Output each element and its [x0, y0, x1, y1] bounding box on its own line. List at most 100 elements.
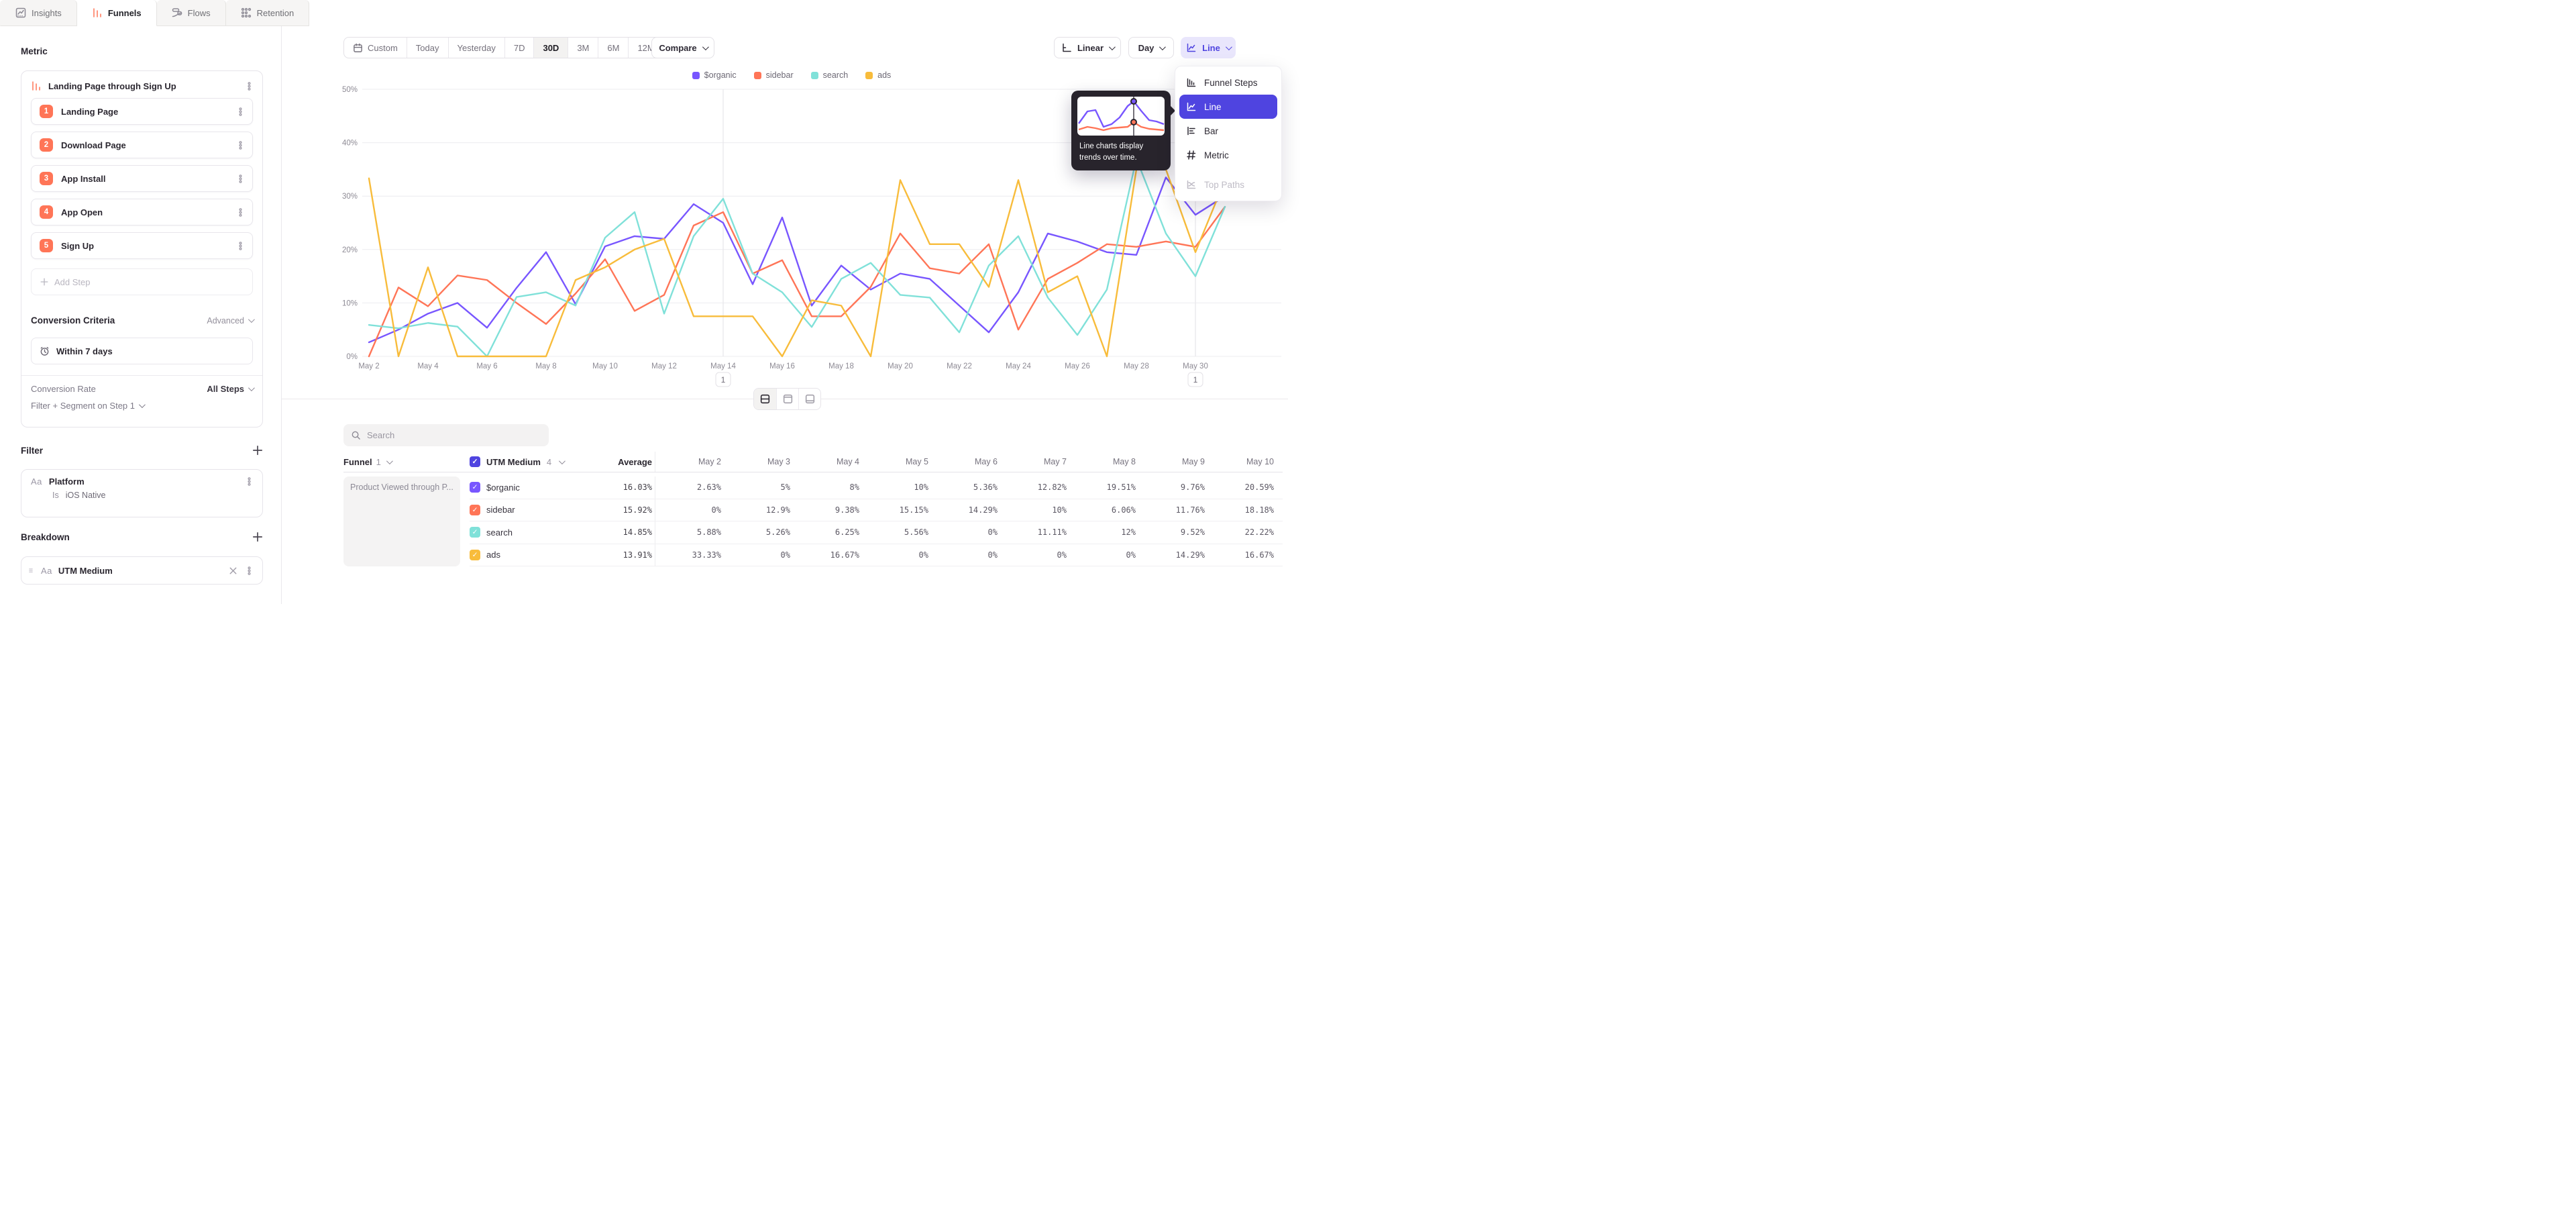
cell-value: 0% [655, 499, 724, 521]
row-checkbox[interactable]: ✓ [470, 505, 480, 515]
tab-flows[interactable]: Flows [157, 0, 226, 26]
kebab-menu-icon[interactable] [235, 207, 246, 217]
date-range-yesterday[interactable]: Yesterday [448, 38, 504, 58]
series-line-organic[interactable] [369, 177, 1225, 342]
breakdown-section-title: Breakdown [21, 532, 70, 542]
menu-item-line[interactable]: Line [1179, 95, 1277, 119]
date-column-header[interactable]: May 4 [793, 452, 862, 471]
kebab-menu-icon[interactable] [235, 140, 246, 150]
scale-dropdown[interactable]: Linear [1054, 37, 1121, 58]
layout-top-icon [782, 393, 794, 405]
legend-item-sidebar[interactable]: sidebar [754, 70, 794, 80]
add-breakdown-button[interactable] [252, 531, 264, 543]
breakdown-table: Funnel1 ✓ UTM Medium4 Average May 2May 3… [343, 452, 1283, 566]
funnel-step-1[interactable]: 1Landing Page [31, 98, 253, 125]
breakdown-property-name[interactable]: UTM Medium [58, 566, 222, 576]
x-axis-tick-label: May 16 [769, 362, 795, 370]
average-column-header[interactable]: Average [576, 452, 655, 472]
legend-label: $organic [704, 70, 737, 80]
kebab-menu-icon[interactable] [244, 566, 254, 576]
filter-segment-dropdown[interactable]: Filter + Segment on Step 1 [21, 397, 262, 420]
date-range-today[interactable]: Today [407, 38, 448, 58]
breakdown-column-header[interactable]: ✓ UTM Medium4 [470, 452, 576, 472]
legend-item-ads[interactable]: ads [865, 70, 891, 80]
breakdown-count: 4 [547, 457, 551, 467]
funnel-header[interactable]: Landing Page through Sign Up [21, 71, 262, 98]
cell-value: 0% [931, 527, 1000, 537]
tooltip-text: Line charts display trends over time. [1077, 136, 1165, 163]
filter-operator[interactable]: Is [52, 491, 59, 500]
menu-item-funnel-steps[interactable]: Funnel Steps [1179, 70, 1277, 95]
drag-handle-icon[interactable] [27, 566, 35, 574]
legend-swatch [754, 72, 761, 79]
funnel-step-4[interactable]: 4App Open [31, 199, 253, 225]
conversion-rate-label: Conversion Rate [31, 384, 96, 394]
date-column-header[interactable]: May 2 [655, 452, 724, 472]
tab-insights[interactable]: Insights [0, 0, 77, 26]
step-number-badge: 1 [40, 105, 53, 118]
close-icon[interactable] [228, 566, 238, 576]
funnel-step-5[interactable]: 5Sign Up [31, 232, 253, 259]
table-row-ads[interactable]: ✓ads13.91%33.33%0%16.67%0%0%0%0%14.29%16… [470, 544, 1283, 567]
tab-label: Funnels [108, 8, 142, 18]
row-checkbox[interactable]: ✓ [470, 482, 480, 493]
kebab-menu-icon[interactable] [244, 476, 254, 487]
table-row-search[interactable]: ✓search14.85%5.88%5.26%6.25%5.56%0%11.11… [470, 521, 1283, 544]
table-row-sidebar[interactable]: ✓sidebar15.92%0%12.9%9.38%15.15%14.29%10… [470, 499, 1283, 522]
row-checkbox[interactable]: ✓ [470, 550, 480, 560]
table-row-organic[interactable]: ✓$organic16.03%2.63%5%8%10%5.36%12.82%19… [470, 476, 1283, 499]
legend-item-organic[interactable]: $organic [692, 70, 737, 80]
average-value: 14.85% [576, 527, 655, 537]
table-search[interactable] [343, 424, 549, 446]
kebab-menu-icon[interactable] [235, 174, 246, 184]
conversion-rate-steps-dropdown[interactable]: All Steps [207, 384, 253, 394]
advanced-dropdown[interactable]: Advanced [207, 316, 253, 325]
cell-value: 0% [724, 550, 793, 560]
add-step-button[interactable]: Add Step [31, 268, 253, 295]
layout-split-toggle[interactable] [754, 389, 776, 409]
x-axis-tick-label: May 2 [358, 362, 379, 370]
funnel-step-2[interactable]: 2Download Page [31, 132, 253, 158]
row-checkbox[interactable]: ✓ [470, 527, 480, 538]
chart-type-dropdown[interactable]: Line [1181, 37, 1236, 58]
legend-item-search[interactable]: search [811, 70, 849, 80]
layout-top-toggle[interactable] [776, 389, 798, 409]
cell-value: 14.29% [931, 505, 1000, 515]
funnel-column-header[interactable]: Funnel1 [343, 452, 470, 472]
kebab-menu-icon[interactable] [235, 241, 246, 251]
select-all-checkbox[interactable]: ✓ [470, 456, 480, 467]
date-range-7d[interactable]: 7D [504, 38, 534, 58]
menu-item-label: Metric [1204, 150, 1229, 160]
tab-funnels[interactable]: Funnels [77, 0, 157, 26]
kebab-menu-icon[interactable] [244, 81, 254, 91]
date-range-30d[interactable]: 30D [533, 38, 568, 58]
cell-value: 11.76% [1138, 505, 1208, 515]
cell-value: 18.18% [1208, 505, 1277, 515]
layout-bottom-toggle[interactable] [798, 389, 820, 409]
funnel-name-cell[interactable]: Product Viewed through P... [343, 476, 460, 566]
funnel-step-3[interactable]: 3App Install [31, 165, 253, 192]
tab-retention[interactable]: Retention [226, 0, 310, 26]
x-axis-tick-label: May 30 [1183, 362, 1208, 370]
filter-property-name[interactable]: Platform [49, 476, 237, 487]
conversion-window-button[interactable]: Within 7 days [31, 338, 253, 364]
date-column-header[interactable]: May 9 [1138, 452, 1208, 471]
search-input[interactable] [367, 430, 535, 440]
date-range-custom[interactable]: Custom [344, 38, 407, 58]
interval-dropdown[interactable]: Day [1128, 37, 1174, 58]
menu-item-metric[interactable]: Metric [1179, 143, 1277, 167]
metric-hash-icon [1186, 150, 1197, 160]
kebab-menu-icon[interactable] [235, 107, 246, 117]
date-column-header[interactable]: May 8 [1069, 452, 1138, 471]
menu-item-bar[interactable]: Bar [1179, 119, 1277, 143]
compare-button[interactable]: Compare [651, 37, 714, 58]
filter-value[interactable]: iOS Native [66, 491, 106, 500]
date-column-header[interactable]: May 6 [931, 452, 1000, 471]
add-filter-button[interactable] [252, 444, 264, 456]
date-range-3m[interactable]: 3M [568, 38, 598, 58]
date-range-6m[interactable]: 6M [598, 38, 628, 58]
date-column-header[interactable]: May 3 [724, 452, 793, 471]
date-column-header[interactable]: May 10 [1208, 452, 1277, 471]
date-column-header[interactable]: May 7 [1000, 452, 1069, 471]
date-column-header[interactable]: May 5 [862, 452, 931, 471]
